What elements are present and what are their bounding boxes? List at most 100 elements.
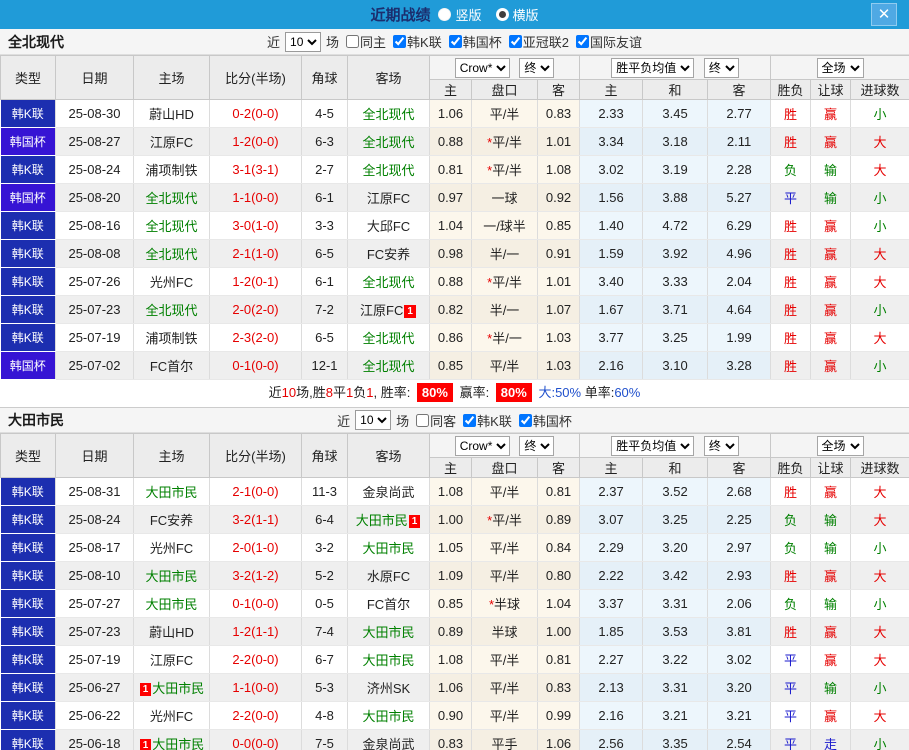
- league-badge: 韩K联: [0, 729, 56, 750]
- score: 1-1(0-0): [209, 183, 302, 212]
- avg-stage-select[interactable]: 终: [703, 57, 739, 78]
- avg-type-select[interactable]: 胜平负均值: [611, 57, 695, 78]
- odds-home: 1.06: [429, 99, 472, 128]
- col-away-header: 客场: [347, 55, 430, 100]
- odds-home: 1.04: [429, 211, 472, 240]
- avg-draw: 3.33: [642, 267, 709, 296]
- result-goals: 大: [850, 477, 909, 506]
- home-team: 1 大田市民: [133, 729, 210, 750]
- home-team: FC首尔: [133, 351, 210, 380]
- match-count-select[interactable]: 10: [285, 31, 322, 52]
- radio-horizontal[interactable]: 横版: [495, 5, 539, 24]
- result-goals: 大: [850, 267, 909, 296]
- corners: 6-1: [301, 183, 348, 212]
- handicap: 半球: [471, 617, 538, 646]
- section-jeonbuk: 全北现代 近 10 场同主 韩K联 韩国杯 亚冠联2 国际友谊 类型 日期 主场 比分(半场…: [0, 29, 909, 407]
- close-icon[interactable]: ✕: [871, 3, 897, 26]
- radio-unselected-icon[interactable]: [438, 8, 452, 21]
- team-name-text: 浦项制铁: [145, 163, 198, 178]
- team-name-text: 全北现代: [145, 191, 198, 206]
- avg-away: 3.28: [707, 351, 772, 380]
- away-team: 全北现代: [347, 127, 430, 156]
- odds-away: 1.01: [537, 127, 581, 156]
- league-filter: 韩国杯: [444, 32, 502, 51]
- league-badge: 韩K联: [0, 561, 56, 590]
- col-type-header: 类型: [0, 433, 56, 478]
- match-date: 25-06-18: [55, 729, 134, 750]
- avg-draw: 3.88: [642, 183, 709, 212]
- corners: 12-1: [301, 351, 348, 380]
- team-name-text: 大田市民: [145, 485, 198, 500]
- score: 1-2(1-1): [209, 617, 302, 646]
- odds-home: 0.90: [429, 701, 472, 730]
- match-date: 25-08-16: [55, 211, 134, 240]
- radio-horizontal-label: 横版: [512, 8, 539, 23]
- summary-segment: 10: [281, 385, 297, 400]
- radio-vertical[interactable]: 竖版: [438, 5, 482, 24]
- league-checkbox[interactable]: [508, 35, 522, 48]
- col-score-header: 比分(半场): [209, 55, 302, 100]
- avg-home: 2.16: [579, 351, 644, 380]
- result-handicap: 赢: [810, 561, 852, 590]
- games-label: 场: [396, 413, 410, 429]
- match-row: 韩K联 25-06-18 1 大田市民 0-0(0-0) 7-5 金泉尚武 0.83 平手 1.0…: [0, 729, 909, 750]
- home-team: 江原FC: [133, 127, 210, 156]
- team-name-text: 金泉尚武: [362, 485, 415, 500]
- avg-draw-header: 和: [642, 79, 709, 100]
- odds-stage-select[interactable]: 终: [519, 435, 555, 456]
- league-checkbox[interactable]: [518, 413, 532, 427]
- odds-home: 1.08: [429, 477, 472, 506]
- league-checkbox[interactable]: [393, 35, 407, 48]
- league-checkbox[interactable]: [448, 35, 462, 48]
- avg-stage-select[interactable]: 终: [703, 435, 739, 456]
- bookmaker-select[interactable]: Crow*: [454, 57, 510, 78]
- matches-body: 韩K联 25-08-30 蔚山HD 0-2(0-0) 4-5 全北现代 1.06 平/半 0.8…: [0, 99, 909, 380]
- corners: 0-5: [301, 589, 348, 618]
- away-team: 大田市民: [347, 645, 430, 674]
- corners: 7-4: [301, 617, 348, 646]
- same-venue-checkbox[interactable]: [346, 35, 360, 48]
- odds-group-header: Crow* 终: [428, 433, 581, 458]
- handicap: 平/半: [471, 673, 538, 702]
- team-name-text: 蔚山HD: [149, 107, 194, 122]
- odds-away: 1.00: [537, 617, 581, 646]
- result-wdl: 胜: [770, 99, 812, 128]
- team-name-text: 大田市民: [145, 569, 198, 584]
- avg-draw: 3.92: [642, 239, 709, 268]
- score: 2-1(1-0): [209, 239, 302, 268]
- odds-away: 0.89: [537, 505, 581, 534]
- filter-controls: 近 10 场 同主 韩K联 韩国杯 亚冠联2 国际友谊: [267, 31, 642, 52]
- avg-away: 6.29: [707, 211, 772, 240]
- odds-home: 1.09: [429, 561, 472, 590]
- layout-radio-group: 竖版 横版: [438, 5, 539, 24]
- match-row: 韩K联 25-08-30 蔚山HD 0-2(0-0) 4-5 全北现代 1.06 平/半 0.8…: [0, 99, 909, 128]
- handicap: *平/半: [471, 505, 538, 534]
- match-count-select[interactable]: 10: [355, 410, 392, 430]
- home-team: 蔚山HD: [133, 99, 210, 128]
- col-away-header: 客场: [347, 433, 430, 478]
- corners: 6-3: [301, 127, 348, 156]
- avg-draw: 3.52: [642, 477, 709, 506]
- result-goals: 大: [850, 127, 909, 156]
- avg-draw: 3.21: [642, 701, 709, 730]
- scope-select[interactable]: 全场: [816, 57, 864, 78]
- team-name-text: 浦项制铁: [145, 331, 198, 346]
- result-goals: 大: [850, 701, 909, 730]
- league-checkbox[interactable]: [575, 35, 589, 48]
- odds-stage-select[interactable]: 终: [519, 57, 555, 78]
- odds-away-header: 客: [536, 457, 581, 478]
- league-badge: 韩K联: [0, 533, 56, 562]
- avg-away-header: 客: [707, 457, 772, 478]
- avg-away: 3.21: [707, 701, 772, 730]
- wdl-header: 胜负: [770, 79, 812, 100]
- same-venue-checkbox[interactable]: [416, 413, 430, 427]
- radio-selected-icon[interactable]: [495, 8, 509, 21]
- col-home-header: 主场: [133, 433, 210, 478]
- bookmaker-select[interactable]: Crow*: [454, 435, 510, 456]
- summary-segment: 50%: [555, 385, 582, 400]
- result-goals: 小: [850, 99, 909, 128]
- avg-home: 3.34: [579, 127, 644, 156]
- scope-select[interactable]: 全场: [816, 435, 864, 456]
- league-checkbox[interactable]: [463, 413, 477, 427]
- avg-type-select[interactable]: 胜平负均值: [611, 435, 695, 456]
